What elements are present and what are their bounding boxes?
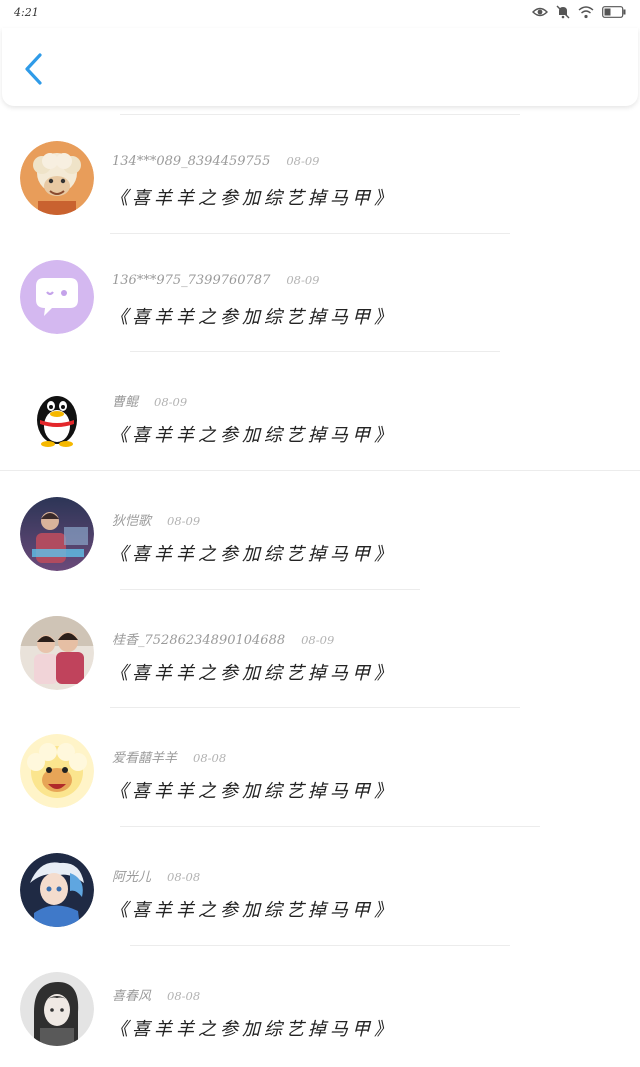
username[interactable]: 爱看囍羊羊 xyxy=(112,747,177,766)
avatar[interactable] xyxy=(20,853,94,928)
comment-date: 08-08 xyxy=(193,751,227,766)
comment-item[interactable]: 爱看囍羊羊 08-08 《喜羊羊之参加综艺掉马甲》 xyxy=(0,707,640,826)
divider xyxy=(0,470,640,472)
divider xyxy=(110,232,510,234)
sheep-avatar-icon xyxy=(20,141,94,215)
comment-date: 08-08 xyxy=(167,870,201,885)
avatar[interactable] xyxy=(20,497,94,572)
divider xyxy=(130,944,510,946)
comment-item[interactable]: 曹鲲 08-09 《喜羊羊之参加综艺掉马甲》 xyxy=(0,351,640,470)
avatar[interactable] xyxy=(20,971,94,1046)
username[interactable]: 136***975_7399760787 xyxy=(112,273,270,288)
girl-photo-avatar-icon xyxy=(20,971,94,1046)
avatar[interactable] xyxy=(20,378,94,453)
top-bar xyxy=(2,28,638,106)
comment-meta: 136***975_7399760787 08-09 xyxy=(112,273,320,288)
comment-meta: 喜春风 08-08 xyxy=(112,985,200,1004)
comment-meta: 爱看囍羊羊 08-08 xyxy=(112,747,226,766)
comment-date: 08-09 xyxy=(301,632,335,647)
comment-meta: 桂香_75286234890104688 08-09 xyxy=(112,629,334,648)
kids-photo-avatar-icon xyxy=(20,615,94,690)
comment-text: 《喜羊羊之参加综艺掉马甲》 xyxy=(110,425,396,447)
status-time: 4:21 xyxy=(14,6,39,19)
person-photo-avatar-icon xyxy=(20,497,94,572)
username[interactable]: 阿光儿 xyxy=(112,866,151,885)
comment-text: 《喜羊羊之参加综艺掉马甲》 xyxy=(110,781,396,803)
status-bar: 4:21 xyxy=(0,0,640,28)
divider xyxy=(120,588,420,590)
username[interactable]: 曹鲲 xyxy=(112,391,138,410)
anime-avatar-icon xyxy=(20,853,94,928)
comment-date: 08-09 xyxy=(286,272,320,287)
comment-item[interactable]: 桂香_75286234890104688 08-09 《喜羊羊之参加综艺掉马甲》 xyxy=(0,588,640,708)
wifi-icon xyxy=(578,5,594,18)
comment-meta: 曹鲲 08-09 xyxy=(112,391,187,410)
comment-item[interactable]: 喜春风 08-08 《喜羊羊之参加综艺掉马甲》 xyxy=(0,944,640,1064)
username[interactable]: 134***089_8394459755 xyxy=(112,154,270,169)
battery-icon xyxy=(602,6,626,18)
username[interactable]: 狄恺歌 xyxy=(112,510,151,529)
divider xyxy=(130,351,500,353)
chat-bubble-avatar-icon xyxy=(20,259,94,334)
comment-text: 《喜羊羊之参加综艺掉马甲》 xyxy=(110,900,396,922)
comment-text: 《喜羊羊之参加综艺掉马甲》 xyxy=(110,306,396,328)
divider xyxy=(110,707,520,709)
avatar[interactable] xyxy=(20,734,94,809)
qq-penguin-avatar-icon xyxy=(20,378,94,453)
status-icons xyxy=(532,5,626,19)
username[interactable]: 桂香_75286234890104688 xyxy=(112,629,285,648)
comment-date: 08-09 xyxy=(286,154,320,168)
eye-icon xyxy=(532,7,548,17)
avatar[interactable] xyxy=(20,259,94,334)
comment-item[interactable]: 136***975_7399760787 08-09 《喜羊羊之参加综艺掉马甲》 xyxy=(0,232,640,352)
comment-text: 《喜羊羊之参加综艺掉马甲》 xyxy=(110,544,396,566)
back-button[interactable] xyxy=(20,52,50,86)
yellow-sheep-avatar-icon xyxy=(20,734,94,809)
comment-item[interactable]: 狄恺歌 08-09 《喜羊羊之参加综艺掉马甲》 xyxy=(0,470,640,589)
divider xyxy=(120,114,520,115)
comment-text: 《喜羊羊之参加综艺掉马甲》 xyxy=(110,1018,396,1040)
comment-meta: 阿光儿 08-08 xyxy=(112,866,200,885)
bell-muted-icon xyxy=(556,5,570,19)
comment-meta: 134***089_8394459755 08-09 xyxy=(112,154,320,169)
comment-date: 08-09 xyxy=(167,514,201,529)
avatar[interactable] xyxy=(20,141,94,215)
comment-text: 《喜羊羊之参加综艺掉马甲》 xyxy=(110,662,396,684)
avatar[interactable] xyxy=(20,615,94,690)
comment-item[interactable]: 阿光儿 08-08 《喜羊羊之参加综艺掉马甲》 xyxy=(0,826,640,945)
comment-date: 08-09 xyxy=(154,395,188,410)
username[interactable]: 喜春风 xyxy=(112,985,151,1004)
chevron-left-icon xyxy=(25,53,42,85)
divider xyxy=(120,826,540,828)
comment-date: 08-08 xyxy=(167,988,201,1003)
comment-list: 134***089_8394459755 08-09 《喜羊羊之参加综艺掉马甲》… xyxy=(0,114,640,1064)
comment-text: 《喜羊羊之参加综艺掉马甲》 xyxy=(110,188,396,209)
comment-item[interactable]: 134***089_8394459755 08-09 《喜羊羊之参加综艺掉马甲》 xyxy=(0,114,640,233)
comment-meta: 狄恺歌 08-09 xyxy=(112,510,200,529)
